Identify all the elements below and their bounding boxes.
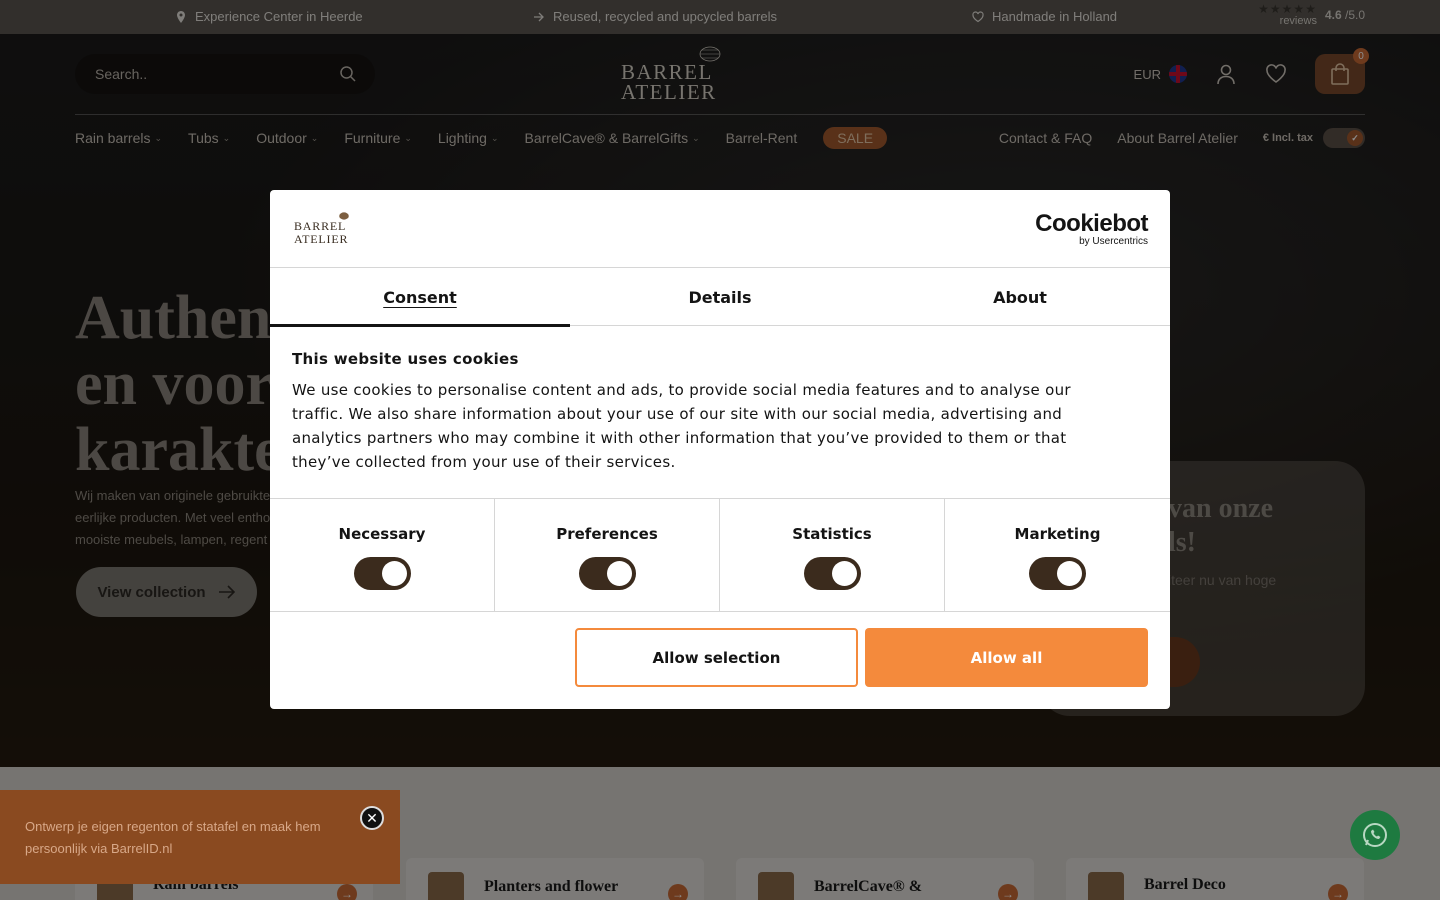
barrel-atelier-logo: BARREL ATELIER xyxy=(294,212,394,246)
statistics-toggle[interactable] xyxy=(803,557,861,590)
cookie-categories: Necessary Preferences Statistics Marketi… xyxy=(270,498,1170,612)
allow-all-button[interactable]: Allow all xyxy=(865,628,1148,687)
notification-text: Ontwerp je eigen regenton of statafel en… xyxy=(25,819,321,856)
tab-details[interactable]: Details xyxy=(570,268,870,326)
close-icon[interactable]: ✕ xyxy=(360,806,384,830)
preferences-toggle[interactable] xyxy=(578,557,636,590)
logo-text: BARREL ATELIER xyxy=(294,219,349,246)
cookie-consent-dialog: BARREL ATELIER Cookiebot by Usercentrics… xyxy=(270,190,1170,709)
cookiebot-logo[interactable]: Cookiebot by Usercentrics xyxy=(1035,212,1148,248)
category-necessary: Necessary xyxy=(270,499,495,611)
barrelid-notification[interactable]: Ontwerp je eigen regenton of statafel en… xyxy=(0,790,400,884)
category-statistics: Statistics xyxy=(720,499,945,611)
cookie-dialog-header: BARREL ATELIER Cookiebot by Usercentrics xyxy=(270,190,1170,268)
tab-about[interactable]: About xyxy=(870,268,1170,326)
necessary-toggle[interactable] xyxy=(353,557,411,590)
marketing-toggle[interactable] xyxy=(1029,557,1086,590)
tab-consent[interactable]: Consent xyxy=(270,268,570,327)
category-marketing: Marketing xyxy=(945,499,1170,611)
cookie-tabs: Consent Details About xyxy=(270,268,1170,327)
cookie-actions: Allow selection Allow all xyxy=(575,628,1148,687)
whatsapp-button[interactable] xyxy=(1350,810,1400,860)
allow-selection-button[interactable]: Allow selection xyxy=(575,628,858,687)
whatsapp-icon xyxy=(1363,823,1387,847)
cookie-description: We use cookies to personalise content an… xyxy=(292,381,1071,471)
cookie-body: This website uses cookies We use cookies… xyxy=(292,350,1122,474)
cookie-heading: This website uses cookies xyxy=(292,350,519,368)
category-preferences: Preferences xyxy=(495,499,720,611)
